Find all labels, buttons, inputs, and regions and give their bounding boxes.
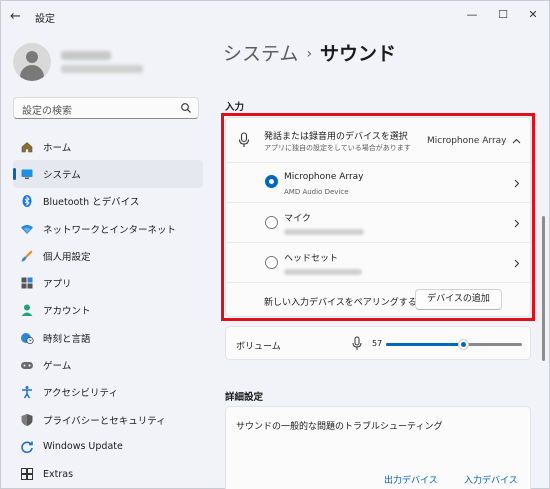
close-button[interactable]: ✕ [518, 5, 548, 25]
sidebar-item-time-language[interactable]: 時刻と言語 [13, 324, 203, 351]
sidebar-item-label: アカウント [43, 306, 91, 318]
sidebar-item-home[interactable]: ホーム [13, 133, 203, 160]
breadcrumb-separator-icon: › [306, 46, 313, 62]
microphone-icon[interactable] [352, 336, 362, 351]
highlight-box [221, 113, 535, 321]
sidebar-item-label: プライバシーとセキュリティ [43, 415, 166, 427]
breadcrumb-current: サウンド [320, 43, 397, 65]
sidebar-item-personalization[interactable]: 個人用設定 [13, 242, 203, 269]
settings-window: ← 設定 — ☐ ✕ 設定の検索 ホーム システム Bluetooth とデバイ… [0, 0, 550, 489]
person-icon [21, 304, 33, 317]
sidebar-item-accounts[interactable]: アカウント [13, 297, 203, 324]
sidebar-item-label: アプリ [43, 279, 72, 291]
minimize-button[interactable]: — [457, 5, 487, 25]
sidebar-item-gaming[interactable]: ゲーム [13, 351, 203, 378]
sidebar-item-label: 個人用設定 [43, 251, 91, 263]
shield-icon [21, 413, 33, 426]
redacted-user-name [61, 51, 111, 60]
update-icon [21, 441, 33, 453]
sidebar-item-accessibility[interactable]: アクセシビリティ [13, 379, 203, 406]
volume-card: ボリューム 57 [225, 326, 531, 360]
sidebar-item-apps[interactable]: アプリ [13, 269, 203, 296]
sidebar-item-label: ホーム [43, 142, 72, 154]
redacted-user-email [61, 65, 143, 73]
advanced-card: サウンドの一般的な問題のトラブルシューティング 出力デバイス 入力デバイス [225, 406, 531, 489]
input-section-label: 入力 [225, 102, 245, 113]
brush-icon [21, 250, 33, 262]
sidebar-item-windows-update[interactable]: Windows Update [13, 433, 203, 460]
globe-clock-icon [21, 332, 34, 344]
sidebar-item-label: 時刻と言語 [43, 333, 91, 345]
gamepad-icon [21, 362, 33, 370]
advanced-section-label: 詳細設定 [225, 392, 264, 403]
output-devices-link[interactable]: 出力デバイス [384, 473, 438, 486]
accessibility-icon [22, 386, 32, 399]
search-icon [181, 103, 191, 113]
sidebar-item-label: ゲーム [43, 361, 72, 373]
avatar [13, 43, 51, 81]
sidebar-item-label: アクセシビリティ [43, 388, 118, 400]
sidebar-item-label: Windows Update [43, 441, 123, 453]
avatar-body-icon [20, 65, 44, 81]
home-icon [21, 141, 33, 152]
sidebar-item-system[interactable]: システム [13, 160, 203, 188]
volume-slider-thumb-dot [461, 342, 467, 347]
sidebar-nav: ホーム システム Bluetooth とデバイス ネットワークとインターネット … [13, 133, 203, 488]
apps-icon [21, 277, 33, 289]
sidebar-item-label: システム [43, 169, 81, 181]
sidebar-item-label: Extras [43, 468, 74, 480]
user-profile[interactable] [13, 43, 213, 83]
volume-label: ボリューム [236, 342, 281, 352]
bluetooth-icon [22, 195, 32, 208]
scrollbar[interactable] [542, 216, 545, 361]
sidebar-item-privacy[interactable]: プライバシーとセキュリティ [13, 406, 203, 433]
sidebar-item-extras[interactable]: Extras [13, 461, 203, 488]
input-devices-link[interactable]: 入力デバイス [464, 473, 518, 486]
sidebar-item-network[interactable]: ネットワークとインターネット [13, 215, 203, 242]
sidebar-item-label: ネットワークとインターネット [43, 224, 177, 236]
sidebar-item-label: Bluetooth とデバイス [43, 197, 140, 209]
volume-slider-fill [386, 343, 464, 346]
troubleshoot-title: サウンドの一般的な問題のトラブルシューティング [236, 422, 443, 432]
active-indicator [13, 168, 16, 181]
back-arrow-icon[interactable]: ← [10, 9, 26, 25]
title-bar: ← 設定 — ☐ ✕ [1, 1, 550, 33]
volume-slider[interactable] [386, 339, 522, 350]
breadcrumb-parent[interactable]: システム [223, 43, 298, 65]
volume-slider-thumb[interactable] [458, 339, 470, 350]
extras-icon [21, 468, 33, 481]
search-box[interactable]: 設定の検索 [13, 97, 199, 119]
monitor-icon [21, 169, 33, 179]
window-title: 設定 [35, 14, 55, 25]
avatar-head-icon [26, 51, 38, 63]
wifi-icon [21, 224, 33, 234]
sidebar-item-bluetooth[interactable]: Bluetooth とデバイス [13, 188, 203, 215]
maximize-button[interactable]: ☐ [488, 5, 518, 25]
volume-value: 57 [372, 339, 383, 348]
search-input[interactable]: 設定の検索 [22, 102, 72, 117]
page-title: システム › サウンド [223, 39, 396, 66]
